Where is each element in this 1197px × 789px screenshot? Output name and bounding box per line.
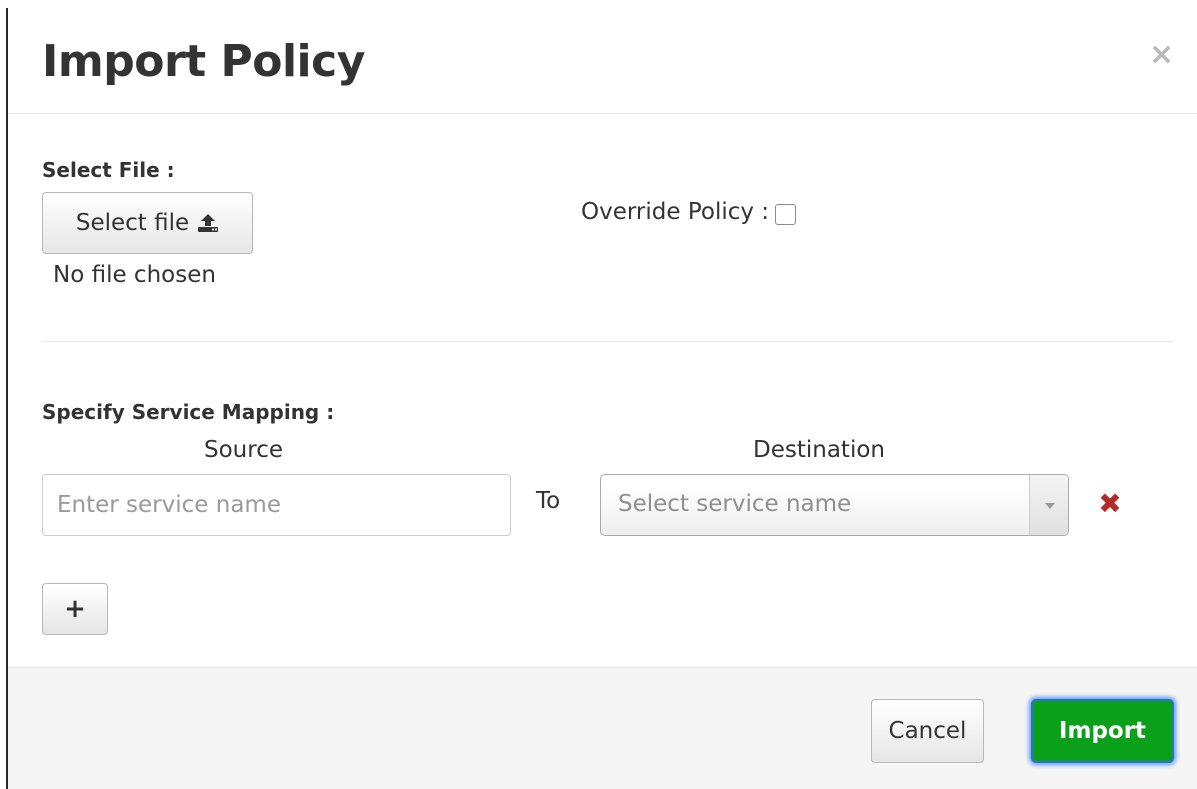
override-policy: Override Policy : bbox=[581, 199, 797, 225]
destination-service-select[interactable]: Select service name bbox=[600, 474, 1069, 536]
mapping-connector-text: To bbox=[536, 488, 561, 514]
import-policy-dialog: Import Policy × Select File : Select fil… bbox=[8, 0, 1197, 789]
destination-select-placeholder: Select service name bbox=[618, 491, 852, 517]
file-status-text: No file chosen bbox=[53, 262, 216, 288]
import-button[interactable]: Import bbox=[1031, 699, 1174, 763]
window-edge bbox=[0, 0, 12, 789]
destination-column-header: Destination bbox=[753, 437, 885, 463]
add-mapping-button[interactable]: + bbox=[42, 583, 108, 635]
dialog-footer: Cancel Import bbox=[8, 667, 1197, 789]
remove-mapping-icon[interactable]: ✖ bbox=[1098, 490, 1122, 518]
upload-icon bbox=[198, 214, 219, 232]
select-arrow-box bbox=[1029, 475, 1068, 535]
dialog-title: Import Policy bbox=[42, 36, 365, 87]
section-divider bbox=[42, 341, 1173, 342]
select-file-button[interactable]: Select file bbox=[42, 192, 253, 254]
plus-icon: + bbox=[64, 594, 86, 624]
close-icon[interactable]: × bbox=[1149, 40, 1174, 70]
source-column-header: Source bbox=[204, 437, 283, 463]
chevron-down-icon bbox=[1045, 503, 1055, 509]
select-file-button-label: Select file bbox=[75, 210, 190, 236]
service-mapping-label: Specify Service Mapping : bbox=[42, 400, 335, 424]
override-policy-label: Override Policy : bbox=[581, 199, 770, 225]
select-file-label: Select File : bbox=[42, 158, 175, 182]
dialog-header: Import Policy × bbox=[8, 0, 1197, 114]
override-policy-checkbox[interactable] bbox=[775, 203, 797, 225]
cancel-button[interactable]: Cancel bbox=[871, 699, 984, 763]
source-service-input[interactable] bbox=[42, 474, 511, 536]
